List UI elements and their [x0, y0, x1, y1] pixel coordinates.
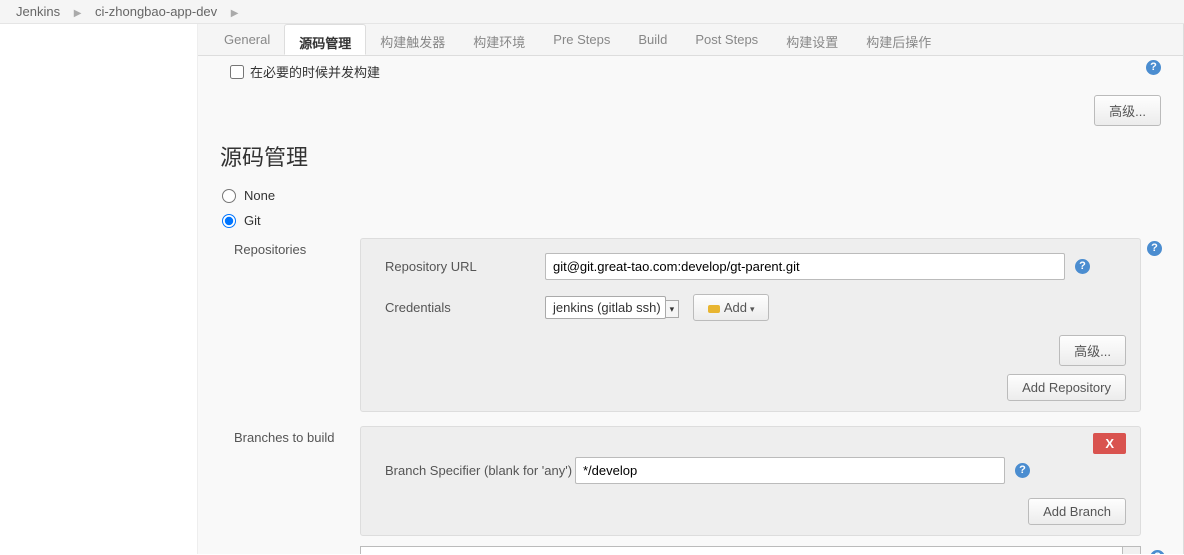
repositories-label: Repositories — [216, 238, 356, 412]
section-title-scm: 源码管理 — [220, 140, 1165, 172]
scm-none-label: None — [244, 188, 275, 203]
concurrent-build-label: 在必要的时候并发构建 — [250, 62, 380, 81]
repositories-panel: ? Repository URL ? Credentials jenkins (… — [360, 238, 1141, 412]
scm-radio-git[interactable] — [222, 214, 236, 228]
concurrent-build-checkbox[interactable] — [230, 65, 244, 79]
left-sidebar — [0, 24, 198, 554]
chevron-down-icon[interactable]: ▾ — [665, 300, 680, 318]
help-icon[interactable]: ? — [1147, 241, 1162, 256]
add-credentials-button[interactable]: Add▾ — [693, 294, 770, 321]
tab-pre-steps[interactable]: Pre Steps — [539, 24, 624, 55]
tab-post-steps[interactable]: Post Steps — [681, 24, 772, 55]
branches-label: Branches to build — [216, 426, 356, 536]
advanced-button[interactable]: 高级... — [1094, 95, 1161, 126]
breadcrumb-separator-icon: ▶ — [231, 8, 239, 19]
tab-post-build[interactable]: 构建后操作 — [852, 24, 945, 55]
config-tabs: General 源码管理 构建触发器 构建环境 Pre Steps Build … — [198, 24, 1183, 56]
repo-browser-label: 源码库浏览器 — [216, 551, 356, 554]
help-icon[interactable]: ? — [1150, 550, 1165, 554]
breadcrumb-separator-icon: ▶ — [74, 8, 82, 19]
scm-option-none[interactable]: None — [222, 188, 1165, 203]
chevron-down-icon[interactable]: ▾ — [1123, 546, 1141, 554]
branch-specifier-input[interactable] — [575, 457, 1005, 484]
key-icon — [708, 305, 720, 313]
repo-url-input[interactable] — [545, 253, 1065, 280]
tab-build-env[interactable]: 构建环境 — [459, 24, 539, 55]
scm-git-label: Git — [244, 213, 261, 228]
breadcrumb: Jenkins ▶ ci-zhongbao-app-dev ▶ — [0, 0, 1184, 24]
breadcrumb-root[interactable]: Jenkins — [16, 4, 60, 19]
credentials-select[interactable]: jenkins (gitlab ssh) — [545, 296, 666, 319]
add-branch-button[interactable]: Add Branch — [1028, 498, 1126, 525]
scm-radio-none[interactable] — [222, 189, 236, 203]
concurrent-build-option[interactable]: 在必要的时候并发构建 — [230, 62, 1165, 81]
delete-branch-button[interactable]: X — [1093, 433, 1126, 454]
chevron-down-icon: ▾ — [750, 304, 755, 314]
credentials-label: Credentials — [375, 300, 545, 315]
breadcrumb-job[interactable]: ci-zhongbao-app-dev — [95, 4, 217, 19]
tab-build-settings[interactable]: 构建设置 — [772, 24, 852, 55]
tab-build[interactable]: Build — [624, 24, 681, 55]
add-label: Add — [724, 300, 747, 315]
repo-url-label: Repository URL — [375, 259, 545, 274]
branches-panel: X Branch Specifier (blank for 'any') ? A… — [360, 426, 1141, 536]
add-repository-button[interactable]: Add Repository — [1007, 374, 1126, 401]
tab-triggers[interactable]: 构建触发器 — [366, 24, 459, 55]
tab-scm[interactable]: 源码管理 — [284, 24, 366, 55]
repo-advanced-button[interactable]: 高级... — [1059, 335, 1126, 366]
credentials-value: jenkins (gitlab ssh) — [553, 300, 661, 315]
help-icon[interactable]: ? — [1146, 60, 1161, 75]
help-icon[interactable]: ? — [1075, 259, 1090, 274]
branch-specifier-label: Branch Specifier (blank for 'any') — [375, 463, 575, 478]
tab-general[interactable]: General — [210, 24, 284, 55]
repo-browser-select[interactable]: (自动) — [360, 546, 1123, 554]
help-icon[interactable]: ? — [1015, 463, 1030, 478]
scm-option-git[interactable]: Git — [222, 213, 1165, 228]
